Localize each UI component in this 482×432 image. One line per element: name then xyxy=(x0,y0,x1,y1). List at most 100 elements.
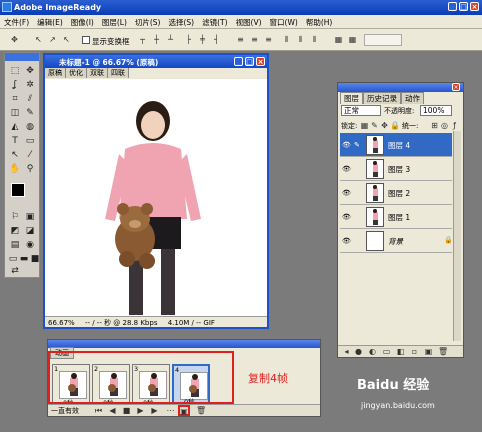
cursor-icon[interactable]: ↖ xyxy=(62,35,71,44)
distribute-top-icon[interactable]: ≡ xyxy=(236,35,245,44)
eye-icon[interactable]: 👁 xyxy=(342,141,351,149)
magic-wand-tool-icon[interactable]: ✲ xyxy=(24,79,36,91)
tab-4-up[interactable]: 四联 xyxy=(108,68,129,78)
layer-row[interactable]: 👁 图层 2 xyxy=(340,181,452,205)
menu-slice[interactable]: 切片(S) xyxy=(131,15,165,30)
menu-image[interactable]: 图像(I) xyxy=(67,15,98,30)
first-frame-icon[interactable]: ⏮ xyxy=(94,406,103,415)
distribute-left-icon[interactable]: ⦀ xyxy=(282,35,291,44)
distribute-center-icon[interactable]: ⦀ xyxy=(296,35,305,44)
distribute-right-icon[interactable]: ⦀ xyxy=(310,35,319,44)
rollover-preview-icon[interactable]: ▤ xyxy=(9,239,21,251)
link-layers-icon[interactable]: ◂ xyxy=(342,347,351,356)
align-right-icon[interactable]: ┤ xyxy=(212,35,221,44)
align-center-icon[interactable]: ╪ xyxy=(198,35,207,44)
lasso-tool-icon[interactable]: ʆ xyxy=(9,79,21,91)
menu-help[interactable]: 帮助(H) xyxy=(302,15,337,30)
type-tool-icon[interactable]: T xyxy=(9,135,21,147)
marquee-tool-icon[interactable]: ⬚ xyxy=(9,65,21,77)
preview-browser-icon[interactable]: ◉ xyxy=(24,239,36,251)
tab-optimized[interactable]: 优化 xyxy=(66,68,87,78)
zoom-tool-icon[interactable]: ⚲ xyxy=(24,163,36,175)
toggle-imagemap-icon[interactable]: ◪ xyxy=(24,225,36,237)
doc-close-icon[interactable]: × xyxy=(256,57,265,66)
align-top-icon[interactable]: ┬ xyxy=(138,35,147,44)
new-layer-icon[interactable]: ▫ xyxy=(410,347,419,356)
layers-scrollbar[interactable] xyxy=(453,131,461,341)
eye-icon[interactable]: 👁 xyxy=(342,189,351,197)
distribute-bottom-icon[interactable]: ≡ xyxy=(264,35,273,44)
options-dropdown[interactable] xyxy=(364,34,402,46)
lock-transparency-icon[interactable]: ▦ xyxy=(360,121,369,130)
move-tool-icon[interactable]: ✥ xyxy=(24,65,36,77)
doc-maximize-icon[interactable]: □ xyxy=(245,57,254,66)
layer-row[interactable]: 👁 图层 1 xyxy=(340,205,452,229)
layers-panel-close-icon[interactable]: × xyxy=(452,83,460,91)
hand-tool-icon[interactable]: ✋ xyxy=(9,163,21,175)
align-middle-icon[interactable]: ┼ xyxy=(152,35,161,44)
canvas[interactable] xyxy=(45,79,267,320)
slice-tool-icon[interactable]: ⫽ xyxy=(24,93,36,105)
duplicate-frame-icon[interactable]: ▣ xyxy=(178,405,190,416)
tab-2-up[interactable]: 双联 xyxy=(87,68,108,78)
image-map-tool-icon[interactable]: ▣ xyxy=(24,211,36,223)
layer-effects-icon[interactable]: ● xyxy=(354,347,363,356)
tab-original[interactable]: 原稿 xyxy=(45,68,66,78)
shape-tool-icon[interactable]: ▭ xyxy=(24,135,36,147)
unify-visibility-icon[interactable]: ◎ xyxy=(440,121,449,130)
layer-row[interactable]: 👁 ✎ 图层 4 xyxy=(340,133,452,157)
next-frame-icon[interactable]: ▶ xyxy=(150,406,159,415)
toggle-slices-icon[interactable]: ◩ xyxy=(9,225,21,237)
maximize-icon[interactable]: □ xyxy=(459,2,468,11)
layer-row[interactable]: 👁 背景 🔒 xyxy=(340,229,453,253)
eye-icon[interactable]: 👁 xyxy=(342,237,351,245)
crop-tool-icon[interactable]: ⌗ xyxy=(9,93,21,105)
foreground-color-swatch[interactable] xyxy=(11,183,25,197)
eye-icon[interactable]: 👁 xyxy=(342,213,351,221)
brush-tool-icon[interactable]: ✎ xyxy=(24,107,36,119)
unify-style-icon[interactable]: ƒ xyxy=(450,121,459,130)
layer-mask-icon[interactable]: ◐ xyxy=(368,347,377,356)
blend-mode-select[interactable]: 正常 xyxy=(341,105,381,116)
loop-select[interactable]: 一直有效 xyxy=(51,406,79,416)
close-icon[interactable]: × xyxy=(470,2,479,11)
menu-select[interactable]: 选择(S) xyxy=(165,15,199,30)
distribute-middle-icon[interactable]: ≡ xyxy=(250,35,259,44)
minimize-icon[interactable]: _ xyxy=(448,2,457,11)
unify-position-icon[interactable]: ⊞ xyxy=(430,121,439,130)
select-arrow-alt-icon[interactable]: ↗ xyxy=(48,35,57,44)
selection-tool-icon[interactable]: ↖ xyxy=(9,149,21,161)
menu-window[interactable]: 窗口(W) xyxy=(266,15,302,30)
move-tool-icon[interactable]: ✥ xyxy=(10,35,19,44)
layer-set-icon[interactable]: ▭ xyxy=(382,347,391,356)
play-icon[interactable]: ▶ xyxy=(136,406,145,415)
doc-minimize-icon[interactable]: _ xyxy=(234,57,243,66)
arrange-alt-icon[interactable]: ▦ xyxy=(348,35,357,44)
tab-actions[interactable]: 动作 xyxy=(401,92,424,104)
delete-frame-icon[interactable]: 🗑 xyxy=(196,406,206,415)
delete-layer-icon[interactable]: 🗑 xyxy=(438,347,448,356)
hotspot-tool-icon[interactable]: ⚐ xyxy=(9,211,21,223)
paint-bucket-tool-icon[interactable]: ◭ xyxy=(9,121,21,133)
eraser-tool-icon[interactable]: ◫ xyxy=(9,107,21,119)
lock-all-icon[interactable]: 🔒 xyxy=(390,121,400,130)
adjustment-layer-icon[interactable]: ◧ xyxy=(396,347,405,356)
menu-layer[interactable]: 图层(L) xyxy=(98,15,131,30)
tab-layers[interactable]: 图层 xyxy=(340,92,363,104)
lock-move-icon[interactable]: ✥ xyxy=(380,121,389,130)
lock-brush-icon[interactable]: ✎ xyxy=(370,121,379,130)
align-left-icon[interactable]: ├ xyxy=(184,35,193,44)
arrange-icon[interactable]: ▦ xyxy=(334,35,343,44)
duplicate-layer-icon[interactable]: ▣ xyxy=(424,347,433,356)
screen-mode-full-black-icon[interactable]: ■ xyxy=(29,253,41,265)
eye-icon[interactable]: 👁 xyxy=(342,165,351,173)
menu-file[interactable]: 文件(F) xyxy=(0,15,33,30)
menu-view[interactable]: 视图(V) xyxy=(232,15,266,30)
opacity-input[interactable]: 100% xyxy=(420,105,452,116)
blur-tool-icon[interactable]: ◍ xyxy=(24,121,36,133)
tween-icon[interactable]: ⋯ xyxy=(166,406,175,415)
menu-edit[interactable]: 编辑(E) xyxy=(33,15,67,30)
eyedropper-tool-icon[interactable]: ⁄ xyxy=(24,149,36,161)
stop-icon[interactable]: ■ xyxy=(122,406,131,415)
show-bounding-box-checkbox[interactable] xyxy=(82,36,90,44)
